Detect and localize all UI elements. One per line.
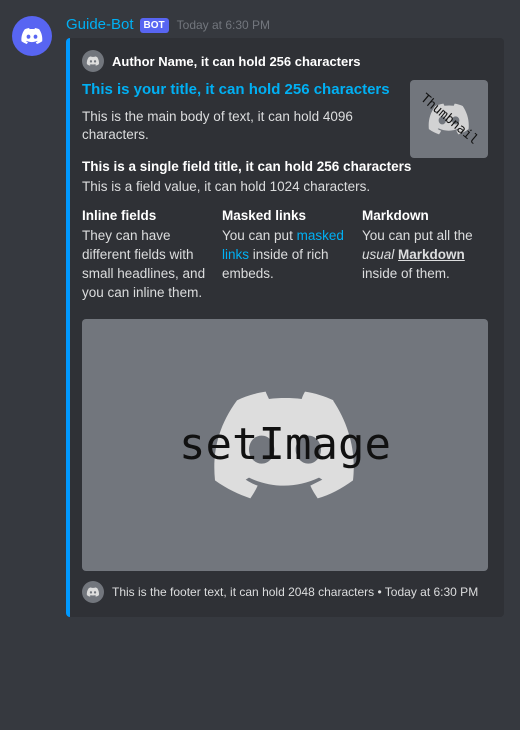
inline-field: Masked links You can put masked links in… — [222, 207, 348, 303]
footer-text: This is the footer text, it can hold 204… — [112, 585, 478, 599]
message-header: Guide-Bot BOT Today at 6:30 PM — [66, 16, 504, 34]
username[interactable]: Guide-Bot — [66, 16, 134, 33]
field-title: This is a single field title, it can hol… — [82, 158, 488, 176]
author-name: Author Name, it can hold 256 characters — [112, 54, 361, 69]
inline-field: Markdown You can put all the usual Markd… — [362, 207, 488, 303]
embed-author: Author Name, it can hold 256 characters — [82, 50, 488, 72]
embed-footer: This is the footer text, it can hold 204… — [82, 581, 488, 603]
embed-image[interactable]: setImage — [82, 319, 488, 571]
discord-icon — [20, 24, 44, 48]
field-title: Inline fields — [82, 207, 208, 225]
embed-field-single: This is a single field title, it can hol… — [82, 158, 488, 197]
message-timestamp: Today at 6:30 PM — [177, 18, 270, 32]
footer-icon — [82, 581, 104, 603]
image-label: setImage — [179, 419, 391, 470]
embed: Author Name, it can hold 256 characters … — [66, 38, 504, 617]
embed-top-row: This is your title, it can hold 256 char… — [82, 80, 488, 158]
field-value: You can put masked links inside of rich … — [222, 227, 348, 284]
embed-description: This is the main body of text, it can ho… — [82, 108, 396, 146]
bot-avatar[interactable] — [12, 16, 52, 56]
field-value: They can have different fields with smal… — [82, 227, 208, 303]
embed-thumbnail[interactable]: Thumbnail — [410, 80, 488, 158]
inline-field: Inline fields They can have different fi… — [82, 207, 208, 303]
field-value: This is a field value, it can hold 1024 … — [82, 178, 488, 197]
field-title: Markdown — [362, 207, 488, 225]
embed-title[interactable]: This is your title, it can hold 256 char… — [82, 80, 396, 100]
embed-inline-fields: Inline fields They can have different fi… — [82, 207, 488, 303]
message-content: Guide-Bot BOT Today at 6:30 PM Author Na… — [66, 16, 504, 617]
field-value: You can put all the usual Markdown insid… — [362, 227, 488, 284]
bot-badge: BOT — [140, 18, 169, 33]
message: Guide-Bot BOT Today at 6:30 PM Author Na… — [12, 16, 504, 617]
author-icon — [82, 50, 104, 72]
field-title: Masked links — [222, 207, 348, 225]
